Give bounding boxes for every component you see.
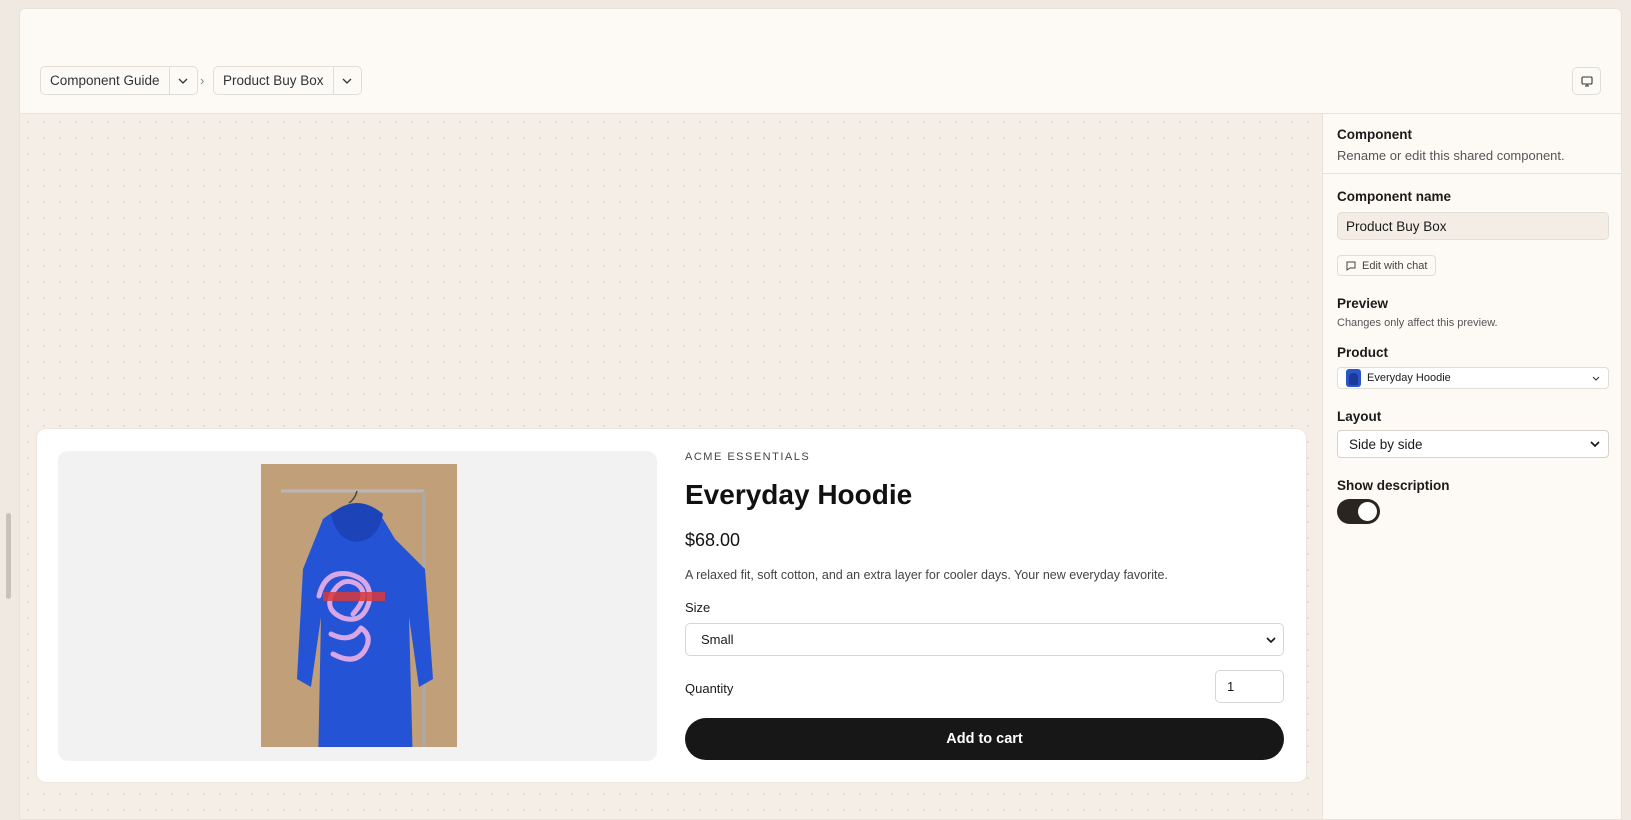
breadcrumb-product-buy-box: Product Buy Box — [213, 66, 362, 95]
layout-select[interactable]: Side by side — [1337, 430, 1609, 458]
top-bar: Component Guide › Product Buy Box — [20, 9, 1621, 114]
breadcrumb-separator: › — [200, 73, 205, 88]
product-buy-box-card: ACME ESSENTIALS Everyday Hoodie $68.00 A… — [36, 428, 1307, 783]
properties-panel: Component Rename or edit this shared com… — [1322, 114, 1621, 819]
product-label: Product — [1337, 345, 1389, 360]
panel-header: Component Rename or edit this shared com… — [1323, 114, 1621, 174]
app-window: Component Guide › Product Buy Box ACME E… — [19, 8, 1622, 820]
breadcrumb-component-guide: Component Guide — [40, 66, 198, 95]
panel-body: Component name Product Buy Box Edit with… — [1323, 189, 1621, 524]
quantity-input[interactable]: 1 — [1215, 670, 1284, 703]
component-name-label: Component name — [1337, 189, 1452, 204]
preview-subtitle: Changes only affect this preview. — [1337, 317, 1498, 329]
product-photo — [261, 464, 457, 747]
size-label: Size — [685, 600, 711, 615]
hoodie-image — [261, 464, 457, 747]
panel-subtitle: Rename or edit this shared component. — [1337, 148, 1565, 163]
product-price: $68.00 — [685, 530, 741, 550]
desktop-icon — [1580, 75, 1593, 87]
product-image-area — [58, 451, 657, 761]
toggle-knob — [1358, 502, 1377, 521]
layout-label: Layout — [1337, 409, 1382, 424]
product-brand: ACME ESSENTIALS — [685, 451, 811, 463]
edit-with-chat-label: Edit with chat — [1362, 259, 1428, 272]
size-select-value: Small — [701, 632, 734, 647]
show-description-label: Show description — [1337, 478, 1450, 493]
show-description-toggle[interactable] — [1337, 499, 1380, 524]
preview-title: Preview — [1337, 296, 1389, 311]
breadcrumb-dropdown-button[interactable] — [332, 67, 361, 94]
edit-with-chat-button[interactable]: Edit with chat — [1337, 255, 1437, 276]
breadcrumb-item-label[interactable]: Product Buy Box — [214, 67, 333, 94]
preview-canvas: ACME ESSENTIALS Everyday Hoodie $68.00 A… — [20, 114, 1322, 819]
breadcrumb-dropdown-button[interactable] — [168, 67, 197, 94]
quantity-label: Quantity — [685, 681, 734, 696]
product-select[interactable]: Everyday Hoodie — [1337, 367, 1609, 389]
left-gutter — [0, 0, 19, 820]
chevron-down-icon — [178, 78, 188, 84]
scrollbar-handle[interactable] — [6, 513, 11, 599]
add-to-cart-button[interactable]: Add to cart — [685, 718, 1284, 760]
product-thumbnail — [1346, 369, 1361, 387]
breadcrumb-item-label[interactable]: Component Guide — [41, 67, 169, 94]
chat-bubble-icon — [1346, 261, 1356, 271]
chevron-down-icon — [1592, 376, 1600, 381]
panel-title: Component — [1337, 127, 1412, 142]
product-select-value: Everyday Hoodie — [1367, 372, 1451, 384]
product-description: A relaxed fit, soft cotton, and an extra… — [685, 568, 1168, 582]
product-title: Everyday Hoodie — [685, 479, 913, 510]
size-select[interactable]: Small — [685, 623, 1284, 656]
chevron-down-icon — [1590, 441, 1600, 447]
component-name-input[interactable]: Product Buy Box — [1337, 212, 1609, 240]
layout-select-value: Side by side — [1349, 436, 1423, 452]
device-preview-button[interactable] — [1572, 67, 1601, 95]
chevron-down-icon — [1266, 636, 1276, 643]
chevron-down-icon — [342, 78, 352, 84]
